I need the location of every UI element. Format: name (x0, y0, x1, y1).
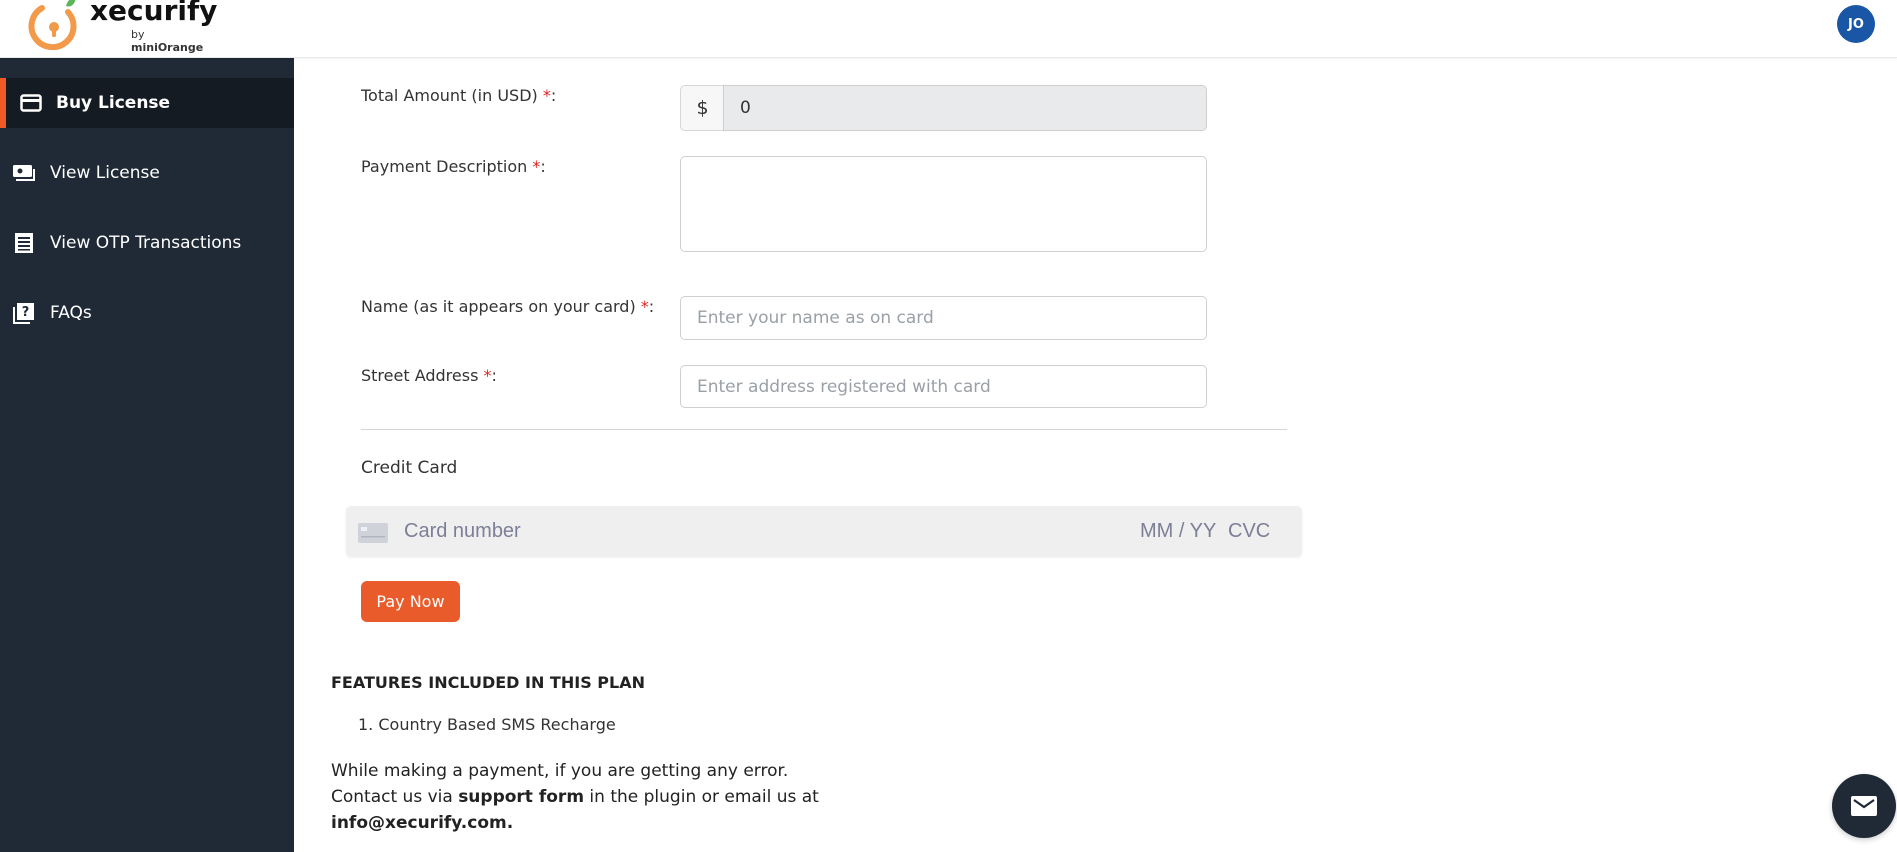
support-email[interactable]: info@xecurify.com. (331, 813, 513, 833)
main-content: Total Amount (in USD) *: $ 0 Payment Des… (294, 58, 1897, 852)
brand-name: xecurify (90, 0, 218, 27)
required-mark: * (542, 86, 551, 105)
card-cvc-placeholder[interactable]: CVC (1228, 520, 1270, 543)
sidebar-item-view-otp-transactions[interactable]: View OTP Transactions (0, 218, 294, 268)
sidebar-item-view-license[interactable]: View License (0, 148, 294, 198)
label-text: Total Amount (in USD) (361, 86, 543, 105)
card-input-field[interactable]: Card number MM / YY CVC (346, 506, 1302, 557)
feature-item: 1. Country Based SMS Recharge (358, 715, 616, 734)
help-line-2-suffix: in the plugin or email us at (584, 787, 819, 807)
street-address-input[interactable]: Enter address registered with card (680, 365, 1207, 408)
card-number-placeholder[interactable]: Card number (404, 520, 521, 543)
license-icon (12, 162, 36, 184)
mail-icon (1851, 796, 1877, 816)
logo-keyhole-icon (28, 0, 77, 50)
label-text: Name (as it appears on your card) (361, 297, 641, 316)
form-divider (361, 429, 1287, 430)
payment-description-label: Payment Description *: (361, 157, 546, 176)
payment-help-text: While making a payment, if you are getti… (331, 758, 819, 836)
help-line-2: Contact us via support form in the plugi… (331, 784, 819, 810)
sidebar-item-faqs[interactable]: ? FAQs (0, 288, 294, 338)
total-amount-label: Total Amount (in USD) *: (361, 86, 556, 105)
features-title: FEATURES INCLUDED IN THIS PLAN (331, 673, 645, 692)
label-text: Street Address (361, 366, 484, 385)
total-amount-input[interactable]: 0 (723, 85, 1207, 131)
sidebar: Buy License View License View OTP Transa… (0, 58, 294, 852)
svg-text:?: ? (22, 305, 30, 320)
byline-prefix: by (131, 28, 145, 41)
question-icon: ? (12, 302, 36, 324)
required-mark: * (483, 366, 492, 385)
currency-prefix: $ (680, 85, 724, 131)
card-name-input[interactable]: Enter your name as on card (680, 296, 1207, 340)
sidebar-item-buy-license[interactable]: Buy License (0, 78, 294, 128)
pay-now-button[interactable]: Pay Now (361, 581, 460, 622)
help-line-2-prefix: Contact us via (331, 787, 459, 807)
help-line-1: While making a payment, if you are getti… (331, 761, 789, 781)
label-text: Payment Description (361, 157, 533, 176)
label-suffix: : (540, 157, 546, 176)
sidebar-item-label: View License (50, 163, 160, 183)
card-expiry-placeholder[interactable]: MM / YY (1140, 520, 1216, 543)
contact-us-button[interactable] (1832, 774, 1896, 838)
sidebar-item-label: Buy License (56, 93, 171, 113)
street-address-label: Street Address *: (361, 366, 497, 385)
credit-card-label: Credit Card (361, 458, 458, 478)
sidebar-item-label: FAQs (50, 303, 92, 323)
credit-card-icon (19, 92, 43, 114)
sidebar-item-label: View OTP Transactions (50, 233, 242, 253)
label-suffix: : (648, 297, 655, 316)
label-suffix: : (491, 366, 497, 385)
required-mark: * (640, 297, 649, 316)
payment-description-textarea[interactable] (680, 156, 1207, 252)
user-avatar[interactable]: JO (1837, 5, 1875, 43)
support-form-link[interactable]: support form (458, 787, 584, 807)
card-brand-icon (358, 523, 388, 543)
xecurify-logo[interactable]: xecurify by miniOrange (28, 0, 218, 54)
brand-byline: by miniOrange (131, 28, 218, 54)
card-name-label: Name (as it appears on your card) *: (361, 297, 654, 316)
label-suffix: : (550, 86, 557, 105)
receipt-icon (12, 232, 36, 254)
top-header: xecurify by miniOrange JO (0, 0, 1897, 58)
byline-brand: miniOrange (131, 41, 204, 54)
